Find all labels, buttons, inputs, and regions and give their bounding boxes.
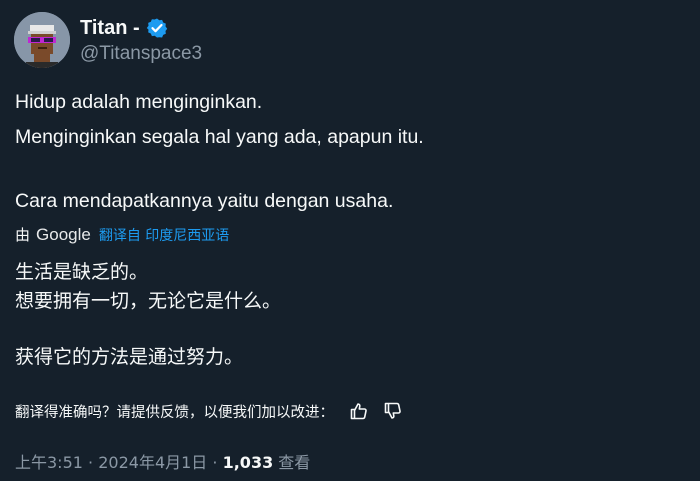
feedback-prompt: 翻译得准确吗？请提供反馈，以便我们加以改进： bbox=[15, 404, 334, 421]
translated-by-label: 由 bbox=[15, 226, 31, 244]
translated-text-line-1: 生活是缺乏的。 bbox=[15, 261, 149, 283]
translated-by-row: 由 Google 翻译自 印度尼西亚语 bbox=[15, 224, 229, 245]
tweet-header: Titan - @Titanspace3 bbox=[14, 12, 202, 68]
translate-from-link[interactable]: 翻译自 印度尼西亚语 bbox=[99, 225, 229, 245]
verified-badge-icon[interactable] bbox=[146, 17, 168, 39]
views-label[interactable]: 查看 bbox=[278, 453, 310, 472]
meta-separator: · bbox=[88, 453, 94, 472]
tweet-text-line-2: Menginginkan segala hal yang ada, apapun… bbox=[15, 126, 424, 148]
google-logo: Google bbox=[36, 224, 91, 244]
display-name[interactable]: Titan - bbox=[80, 17, 140, 40]
avatar[interactable] bbox=[14, 12, 70, 68]
display-name-row: Titan - bbox=[80, 15, 202, 41]
translation-feedback: 翻译得准确吗？请提供反馈，以便我们加以改进： bbox=[15, 400, 404, 422]
translated-text-line-3: 获得它的方法是通过努力。 bbox=[15, 346, 244, 368]
translated-text-line-2: 想要拥有一切，无论它是什么。 bbox=[15, 290, 282, 312]
tweet-date[interactable]: 2024年4月1日 bbox=[98, 453, 207, 472]
author-handle[interactable]: @Titanspace3 bbox=[80, 43, 202, 65]
tweet-text-line-3: Cara mendapatkannya yaitu dengan usaha. bbox=[15, 190, 394, 212]
thumbs-up-icon[interactable] bbox=[348, 400, 370, 422]
thumbs-down-icon[interactable] bbox=[382, 400, 404, 422]
views-count: 1,033 bbox=[222, 453, 274, 472]
tweet-time[interactable]: 上午3:51 bbox=[15, 453, 83, 472]
meta-separator: · bbox=[212, 453, 218, 472]
author-names: Titan - @Titanspace3 bbox=[80, 15, 202, 65]
tweet-meta: 上午3:51 · 2024年4月1日 · 1,033 查看 bbox=[15, 449, 310, 473]
tweet-text-line-1: Hidup adalah menginginkan. bbox=[15, 91, 263, 113]
pixel-punk-avatar-icon bbox=[14, 12, 70, 68]
